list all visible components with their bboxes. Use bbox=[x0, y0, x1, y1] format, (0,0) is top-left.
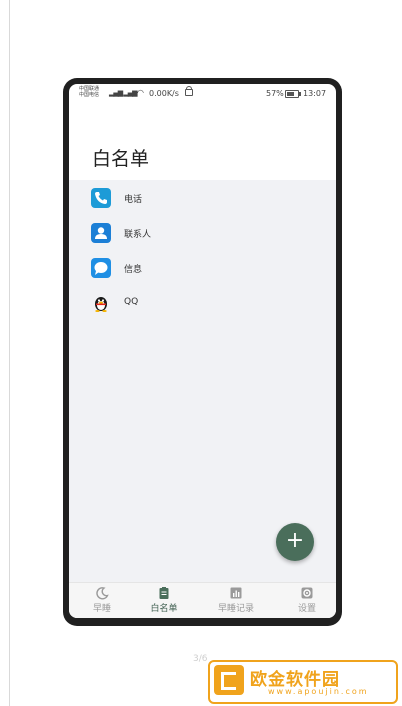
whitelist-list: 电话 联系人 信息 QQ bbox=[69, 180, 336, 582]
carrier-names: 中国联通 中国电信 bbox=[79, 86, 99, 98]
lock-icon bbox=[185, 86, 193, 96]
nav-item-settings[interactable]: 设置 bbox=[274, 586, 336, 614]
list-item-messages[interactable]: 信息 bbox=[69, 254, 336, 284]
battery-icon bbox=[285, 90, 301, 98]
watermark-icon bbox=[214, 665, 244, 695]
nav-item-whitelist[interactable]: 白名单 bbox=[131, 586, 197, 614]
watermark-logo: 欧金软件园 www.apoujin.com bbox=[208, 660, 398, 704]
phone-screen: 中国联通 中国电信 ▂▄▆ ▂▄▆ ◠ 0.00K/s 57% 13:07 白名… bbox=[69, 84, 336, 618]
watermark-subtitle: www.apoujin.com bbox=[268, 687, 369, 696]
nav-item-sleep-records[interactable]: 早睡记录 bbox=[203, 586, 269, 614]
clipboard-icon bbox=[159, 587, 169, 599]
list-item-label: 联系人 bbox=[124, 230, 152, 240]
status-bar: 中国联通 中国电信 ▂▄▆ ▂▄▆ ◠ 0.00K/s 57% 13:07 bbox=[69, 84, 336, 104]
message-icon bbox=[91, 258, 111, 278]
qq-penguin-icon bbox=[91, 293, 111, 313]
gear-icon bbox=[301, 587, 313, 599]
carrier-2: 中国电信 bbox=[79, 92, 100, 98]
list-item-label: QQ bbox=[124, 297, 139, 307]
list-item-phone[interactable]: 电话 bbox=[69, 184, 336, 214]
contacts-icon bbox=[91, 223, 111, 243]
battery-percent: 57% bbox=[266, 89, 284, 98]
bottom-nav: 早睡 白名单 早睡记录 设置 bbox=[69, 582, 336, 618]
list-item-contacts[interactable]: 联系人 bbox=[69, 219, 336, 249]
list-item-label: 信息 bbox=[124, 265, 143, 275]
list-item-qq[interactable]: QQ bbox=[69, 289, 336, 319]
chart-icon bbox=[230, 587, 242, 599]
status-time: 13:07 bbox=[303, 89, 327, 98]
add-app-button[interactable]: + bbox=[276, 523, 314, 561]
wifi-icon: ◠ bbox=[137, 88, 144, 97]
page-indicator: 3/6 bbox=[193, 654, 208, 664]
network-speed: 0.00K/s bbox=[149, 89, 179, 98]
moon-icon bbox=[96, 587, 109, 600]
signal-icon: ▂▄▆ ▂▄▆ bbox=[109, 89, 138, 97]
page-left-border bbox=[9, 0, 10, 706]
page-title: 白名单 bbox=[92, 148, 150, 170]
phone-icon bbox=[91, 188, 111, 208]
list-item-label: 电话 bbox=[124, 195, 143, 205]
nav-item-early-sleep[interactable]: 早睡 bbox=[69, 586, 135, 614]
